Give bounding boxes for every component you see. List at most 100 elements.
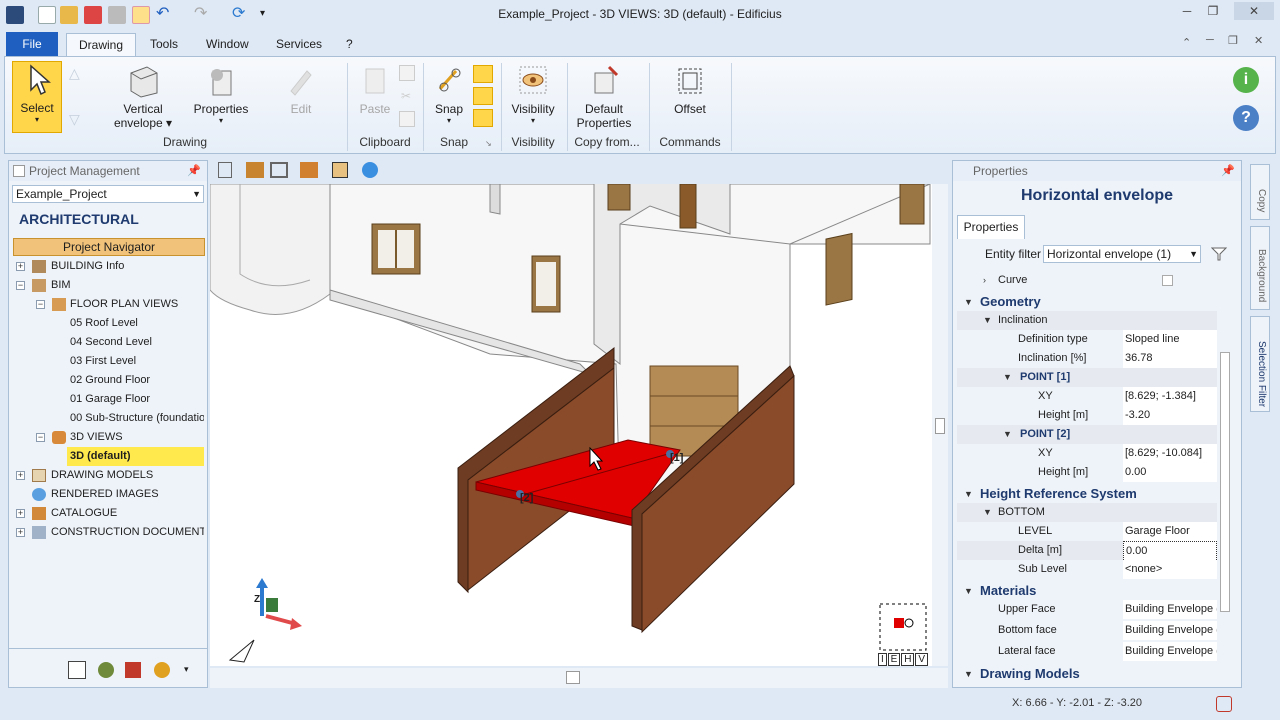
default-properties-button[interactable]: Default Properties: [571, 63, 637, 130]
side-tab-copy[interactable]: Copy: [1250, 164, 1270, 220]
materials-icon[interactable]: [98, 662, 114, 678]
pin-icon[interactable]: 📌: [1221, 161, 1235, 181]
tree-item-level[interactable]: 05 Roof Level: [70, 314, 138, 333]
tab-services[interactable]: Services: [264, 33, 334, 56]
prop-row-definition-type[interactable]: Definition type Sloped line: [957, 330, 1217, 349]
prop-row-height-2[interactable]: Height [m] 0.00: [957, 463, 1217, 482]
chevron-down-icon[interactable]: ▼: [1003, 425, 1012, 444]
collapse-icon[interactable]: −: [16, 281, 25, 290]
tree-item-3d-default[interactable]: 3D (default): [67, 447, 204, 466]
prop-row-curve[interactable]: › Curve: [957, 271, 1217, 290]
entity-filter-select[interactable]: Horizontal envelope (1) ▼: [1043, 245, 1201, 263]
mdi-close-icon[interactable]: ✕: [1254, 34, 1263, 47]
prop-subcategory-point-1[interactable]: ▼ POINT [1]: [957, 368, 1217, 387]
tree-item-building-info[interactable]: BUILDING Info: [51, 257, 124, 276]
tree-item-floor-plan-views[interactable]: FLOOR PLAN VIEWS: [70, 295, 178, 314]
layers-icon[interactable]: [125, 662, 141, 678]
filter-icon[interactable]: [1210, 247, 1228, 261]
tree-item-level[interactable]: 02 Ground Floor: [70, 371, 150, 390]
prop-row-sub-level[interactable]: Sub Level <none>: [957, 560, 1217, 579]
view-cube-i[interactable]: I: [878, 653, 887, 666]
project-select[interactable]: Example_Project ▼: [12, 185, 204, 203]
prop-row-delta[interactable]: Delta [m] 0.00: [957, 541, 1217, 562]
properties-button[interactable]: Properties ▾: [189, 63, 253, 125]
prop-value[interactable]: Building Envelope (: [1123, 621, 1217, 640]
view-cube-h[interactable]: H: [901, 653, 915, 666]
settings-icon[interactable]: [154, 662, 170, 678]
chevron-down-icon[interactable]: ▼: [964, 484, 973, 504]
tree-item-level[interactable]: 03 First Level: [70, 352, 136, 371]
prop-value[interactable]: 0.00: [1123, 463, 1217, 482]
visibility-button[interactable]: Visibility ▾: [507, 63, 559, 125]
snap-grid-icon[interactable]: [473, 109, 493, 127]
export-icon[interactable]: [68, 661, 86, 679]
minimize-button[interactable]: ─: [1174, 2, 1200, 20]
prop-value[interactable]: [8.629; -10.084]: [1123, 444, 1217, 463]
prop-value-editing[interactable]: 0.00: [1123, 541, 1217, 562]
tab-help[interactable]: ?: [334, 33, 365, 56]
view-cube-v[interactable]: V: [915, 653, 928, 666]
project-navigator-bar[interactable]: Project Navigator: [13, 238, 205, 256]
scrollbar-thumb[interactable]: [1220, 352, 1230, 612]
ribbon-collapse-icon[interactable]: ⌃: [1182, 36, 1191, 49]
chevron-down-icon[interactable]: ▼: [983, 503, 992, 522]
tree-item-level[interactable]: 04 Second Level: [70, 333, 152, 352]
cut-plane-icon[interactable]: [332, 162, 348, 178]
prop-row-xy-1[interactable]: XY [8.629; -1.384]: [957, 387, 1217, 406]
tree-item-rendered-images[interactable]: RENDERED IMAGES: [51, 485, 159, 504]
file-menu-button[interactable]: File: [6, 32, 58, 56]
prop-value[interactable]: -3.20: [1123, 406, 1217, 425]
close-button[interactable]: ✕: [1234, 2, 1274, 20]
prop-row-height-1[interactable]: Height [m] -3.20: [957, 406, 1217, 425]
snap-end-icon[interactable]: [473, 65, 493, 83]
prop-category-drawing-models[interactable]: ▼ Drawing Models: [957, 664, 1217, 680]
expand-icon[interactable]: +: [16, 262, 25, 271]
snap-button[interactable]: Snap ▾: [429, 63, 469, 125]
chevron-down-icon[interactable]: ▼: [1003, 368, 1012, 387]
expand-icon[interactable]: +: [16, 509, 25, 518]
prop-value[interactable]: Building Envelope (: [1123, 642, 1217, 661]
render-mode-icon[interactable]: [246, 162, 264, 178]
prop-subcategory-inclination[interactable]: ▼ Inclination: [957, 311, 1217, 330]
tree-item-bim[interactable]: BIM: [51, 276, 71, 295]
select-button[interactable]: Select ▾: [12, 61, 62, 133]
tree-item-catalogue[interactable]: CATALOGUE: [51, 504, 117, 523]
prop-row-lateral-face[interactable]: Lateral face Building Envelope (: [957, 642, 1217, 661]
duplicate-icon[interactable]: [399, 111, 415, 127]
chevron-right-icon[interactable]: ›: [983, 271, 986, 290]
expand-icon[interactable]: +: [16, 471, 25, 480]
prop-category-height-reference[interactable]: ▼ Height Reference System: [957, 484, 1217, 504]
3d-viewport[interactable]: [1] [2] Z I E H V: [210, 184, 932, 666]
tree-item-level[interactable]: 01 Garage Floor: [70, 390, 150, 409]
tree-item-3d-views[interactable]: 3D VIEWS: [70, 428, 123, 447]
tree-item-construction-documents[interactable]: CONSTRUCTION DOCUMENTS S: [51, 523, 204, 542]
mdi-minimize-icon[interactable]: ─: [1206, 34, 1214, 46]
view-cube-e[interactable]: E: [887, 653, 901, 666]
3d-scene[interactable]: [210, 184, 932, 666]
mdi-restore-icon[interactable]: ❐: [1228, 34, 1238, 47]
scrollbar-thumb[interactable]: [566, 671, 580, 684]
help-icon[interactable]: ?: [1233, 105, 1259, 131]
tree-item-level[interactable]: 00 Sub-Structure (foundatio: [70, 409, 204, 428]
prop-value[interactable]: <none>: [1123, 560, 1217, 579]
expand-icon[interactable]: +: [16, 528, 25, 537]
prop-value[interactable]: Building Envelope (: [1123, 600, 1217, 619]
wireframe-icon[interactable]: [270, 162, 288, 178]
pin-icon[interactable]: 📌: [187, 161, 201, 181]
chevron-down-icon[interactable]: ▼: [964, 581, 973, 601]
globe-icon[interactable]: [362, 162, 378, 178]
prop-row-bottom-face[interactable]: Bottom face Building Envelope (: [957, 621, 1217, 640]
edit-button[interactable]: Edit: [271, 63, 331, 116]
section-tool-icon[interactable]: [300, 162, 318, 178]
prop-row-level[interactable]: LEVEL Garage Floor: [957, 522, 1217, 541]
cut-icon[interactable]: ✂: [401, 89, 411, 103]
collapse-icon[interactable]: −: [36, 300, 45, 309]
prop-row-inclination[interactable]: Inclination [%] 36.78: [957, 349, 1217, 368]
viewport-horizontal-scrollbar[interactable]: [210, 668, 948, 688]
prop-row-xy-2[interactable]: XY [8.629; -10.084]: [957, 444, 1217, 463]
tab-window[interactable]: Window: [194, 33, 261, 56]
prop-value[interactable]: Garage Floor: [1123, 522, 1217, 541]
maximize-button[interactable]: ❐: [1200, 2, 1226, 20]
info-icon[interactable]: i: [1233, 67, 1259, 93]
vertical-envelope-button[interactable]: Vertical envelope ▾: [111, 63, 175, 130]
